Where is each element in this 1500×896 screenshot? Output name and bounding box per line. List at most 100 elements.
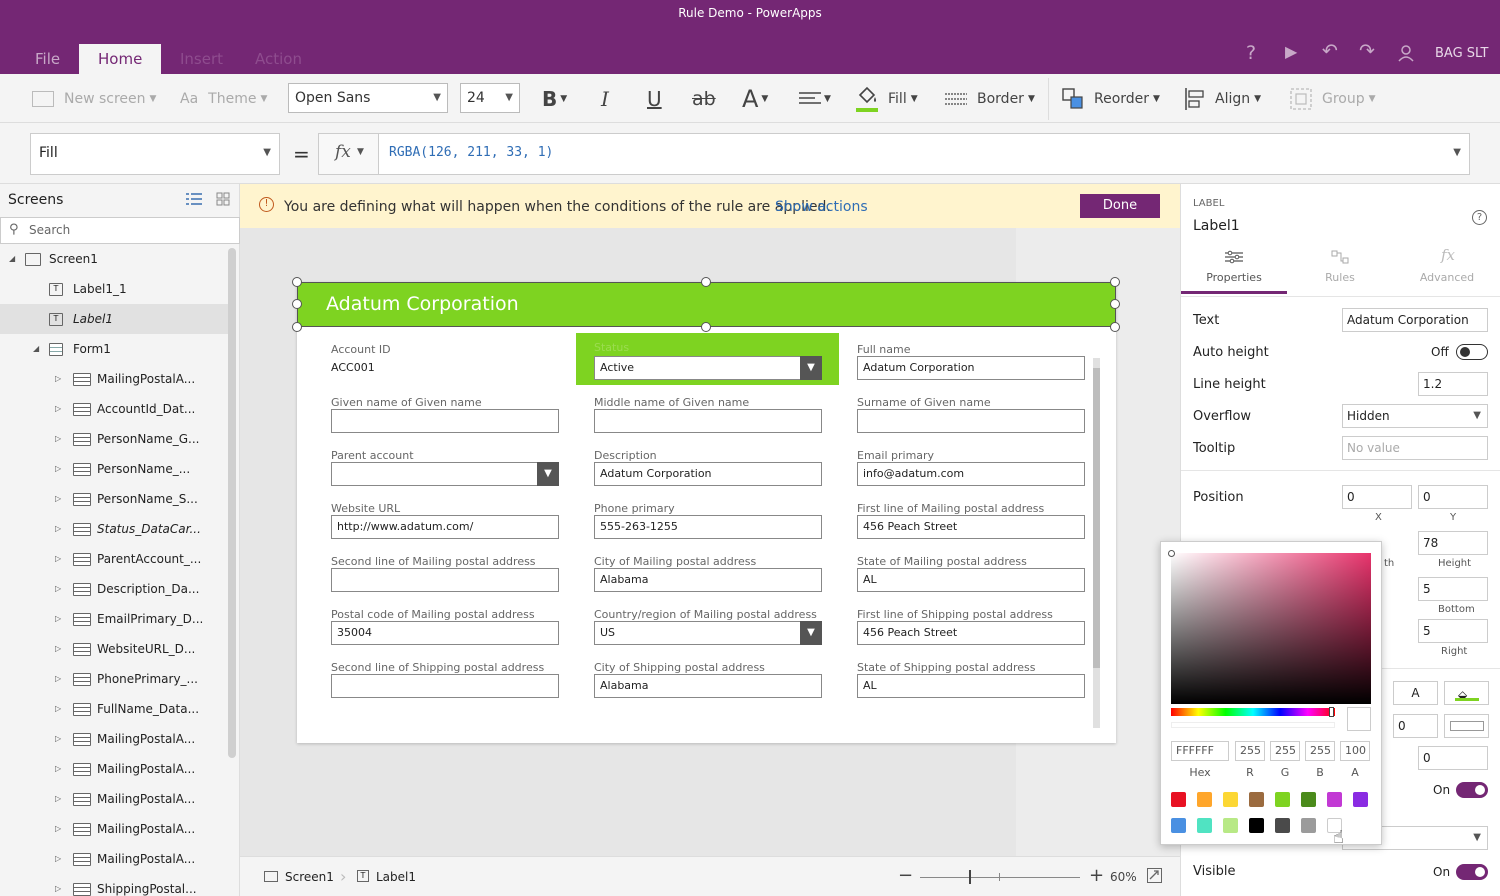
color-swatch[interactable] <box>1197 792 1212 807</box>
saturation-area[interactable] <box>1168 550 1371 704</box>
tree-item[interactable]: ▷ MailingPostalA... <box>0 784 228 814</box>
color-swatch[interactable] <box>1197 818 1212 833</box>
color-swatch[interactable] <box>1171 818 1186 833</box>
data-card[interactable]: State of Mailing postal address AL <box>854 555 1087 603</box>
property-select[interactable]: Fill ▼ <box>30 133 280 175</box>
tree-item[interactable]: ▷ PersonName_... <box>0 454 228 484</box>
control-name[interactable]: Label1 <box>1193 218 1240 234</box>
strikethrough-button[interactable]: ab <box>692 74 716 123</box>
expand-icon[interactable]: ▷ <box>55 694 61 724</box>
expand-icon[interactable]: ▷ <box>55 604 61 634</box>
help-icon[interactable]: ? <box>1472 210 1487 225</box>
tab-rules[interactable]: Rules <box>1287 242 1393 294</box>
data-card[interactable]: Second line of Shipping postal address <box>328 661 561 709</box>
text-input[interactable]: Adatum Corporation <box>1342 308 1488 332</box>
tree-item[interactable]: ▷ Status_DataCar... <box>0 514 228 544</box>
reorder-button[interactable]: Reorder ▼ <box>1062 74 1160 123</box>
line-height-input[interactable]: 1.2 <box>1418 372 1488 396</box>
header-label[interactable]: Adatum Corporation <box>297 282 1116 327</box>
breadcrumb-screen[interactable]: Screen1 <box>285 870 334 884</box>
color-swatch[interactable] <box>1223 818 1238 833</box>
tab-insert[interactable]: Insert <box>180 44 223 74</box>
field-input[interactable] <box>331 409 559 433</box>
tree-item[interactable]: ◢ Form1 <box>0 334 228 364</box>
expand-icon[interactable]: ▷ <box>55 634 61 664</box>
font-size-select[interactable]: 24 ▼ <box>460 83 520 113</box>
tab-advanced[interactable]: fx Advanced <box>1393 242 1500 294</box>
padding-right-input[interactable]: 5 <box>1418 619 1488 643</box>
redo-icon[interactable]: ↷ <box>1359 40 1375 62</box>
tree-item[interactable]: ▷ PersonName_S... <box>0 484 228 514</box>
tree-item[interactable]: ▷ EmailPrimary_D... <box>0 604 228 634</box>
resize-handle[interactable] <box>701 277 711 287</box>
border-color-button[interactable] <box>1444 714 1489 738</box>
expand-icon[interactable]: ▷ <box>55 784 61 814</box>
property-toggle[interactable] <box>1456 782 1488 798</box>
field-dropdown[interactable]: Active ▼ <box>594 356 822 380</box>
search-input[interactable]: ⚲ Search <box>0 217 240 244</box>
tree-scrollbar[interactable] <box>228 248 236 758</box>
tab-action[interactable]: Action <box>255 44 302 74</box>
data-card[interactable]: City of Mailing postal address Alabama <box>591 555 824 603</box>
list-view-icon[interactable] <box>186 192 202 206</box>
chevron-down-icon[interactable]: ▼ <box>537 462 559 486</box>
expand-icon[interactable]: ▷ <box>55 514 61 544</box>
fill-button[interactable]: Fill ▼ <box>856 74 918 123</box>
tree-item[interactable]: ▷ WebsiteURL_D... <box>0 634 228 664</box>
alpha-input[interactable]: 100 <box>1340 741 1370 761</box>
saturation-cursor[interactable] <box>1168 550 1175 557</box>
field-input[interactable]: AL <box>857 568 1085 592</box>
expand-icon[interactable]: ▷ <box>55 484 61 514</box>
user-name[interactable]: BAG SLT <box>1435 46 1488 61</box>
visible-toggle[interactable] <box>1456 864 1488 880</box>
hue-slider[interactable] <box>1171 707 1335 717</box>
zoom-out-button[interactable]: − <box>898 865 913 886</box>
resize-handle[interactable] <box>1110 277 1120 287</box>
fit-screen-icon[interactable] <box>1147 868 1162 883</box>
color-swatch[interactable] <box>1327 792 1342 807</box>
chevron-down-icon[interactable]: ▼ <box>1453 147 1461 158</box>
hue-slider-thumb[interactable] <box>1329 707 1334 717</box>
tree-item[interactable]: T Label1_1 <box>0 274 228 304</box>
expand-icon[interactable]: ▷ <box>55 814 61 844</box>
border-thickness-input[interactable]: 0 <box>1393 714 1438 738</box>
formula-input[interactable]: fx ▼ RGBA(126, 211, 33, 1) ▼ <box>318 133 1470 175</box>
field-input[interactable]: AL <box>857 674 1085 698</box>
chevron-down-icon[interactable]: ▼ <box>800 621 822 645</box>
data-card[interactable]: Phone primary 555-263-1255 <box>591 502 824 550</box>
data-card[interactable]: Country/region of Mailing postal address… <box>591 608 824 656</box>
expand-icon[interactable]: ▷ <box>55 544 61 574</box>
align-button[interactable]: Align ▼ <box>1185 74 1261 123</box>
tree-item[interactable]: ▷ MailingPostalA... <box>0 724 228 754</box>
play-icon[interactable]: ▶ <box>1285 42 1297 61</box>
font-select[interactable]: Open Sans ▼ <box>288 83 448 113</box>
green-input[interactable]: 255 <box>1270 741 1300 761</box>
tree-item[interactable]: ▷ MailingPostalA... <box>0 754 228 784</box>
tab-home[interactable]: Home <box>79 44 162 74</box>
expand-icon[interactable]: ▷ <box>55 874 61 896</box>
group-button[interactable]: Group ▼ <box>1290 74 1376 123</box>
data-card[interactable]: Given name of Given name <box>328 396 561 444</box>
data-card[interactable]: Website URL http://www.adatum.com/ <box>328 502 561 550</box>
padding-bottom-input[interactable]: 5 <box>1418 577 1488 601</box>
help-icon[interactable]: ? <box>1246 42 1256 64</box>
breadcrumb-control[interactable]: Label1 <box>376 870 416 884</box>
tree-item[interactable]: T Label1 <box>0 304 228 334</box>
color-swatch[interactable] <box>1249 792 1264 807</box>
resize-handle[interactable] <box>1110 322 1120 332</box>
account-icon[interactable] <box>1398 44 1416 62</box>
expand-icon[interactable]: ▷ <box>55 364 61 394</box>
color-swatch[interactable] <box>1223 792 1238 807</box>
fx-button[interactable]: fx ▼ <box>319 134 379 174</box>
tree-item[interactable]: ▷ MailingPostalA... <box>0 814 228 844</box>
auto-height-toggle[interactable] <box>1456 344 1488 360</box>
data-card[interactable]: Postal code of Mailing postal address 350… <box>328 608 561 656</box>
tab-properties[interactable]: Properties <box>1181 242 1287 294</box>
color-swatch[interactable] <box>1275 792 1290 807</box>
field-dropdown[interactable]: ▼ <box>331 462 559 486</box>
data-card[interactable]: First line of Shipping postal address 456… <box>854 608 1087 656</box>
undo-icon[interactable]: ↶ <box>1322 40 1338 62</box>
data-card[interactable]: Account ID ACC001 <box>328 343 561 391</box>
data-card[interactable]: City of Shipping postal address Alabama <box>591 661 824 709</box>
overflow-select[interactable]: Hidden ▼ <box>1342 404 1488 428</box>
